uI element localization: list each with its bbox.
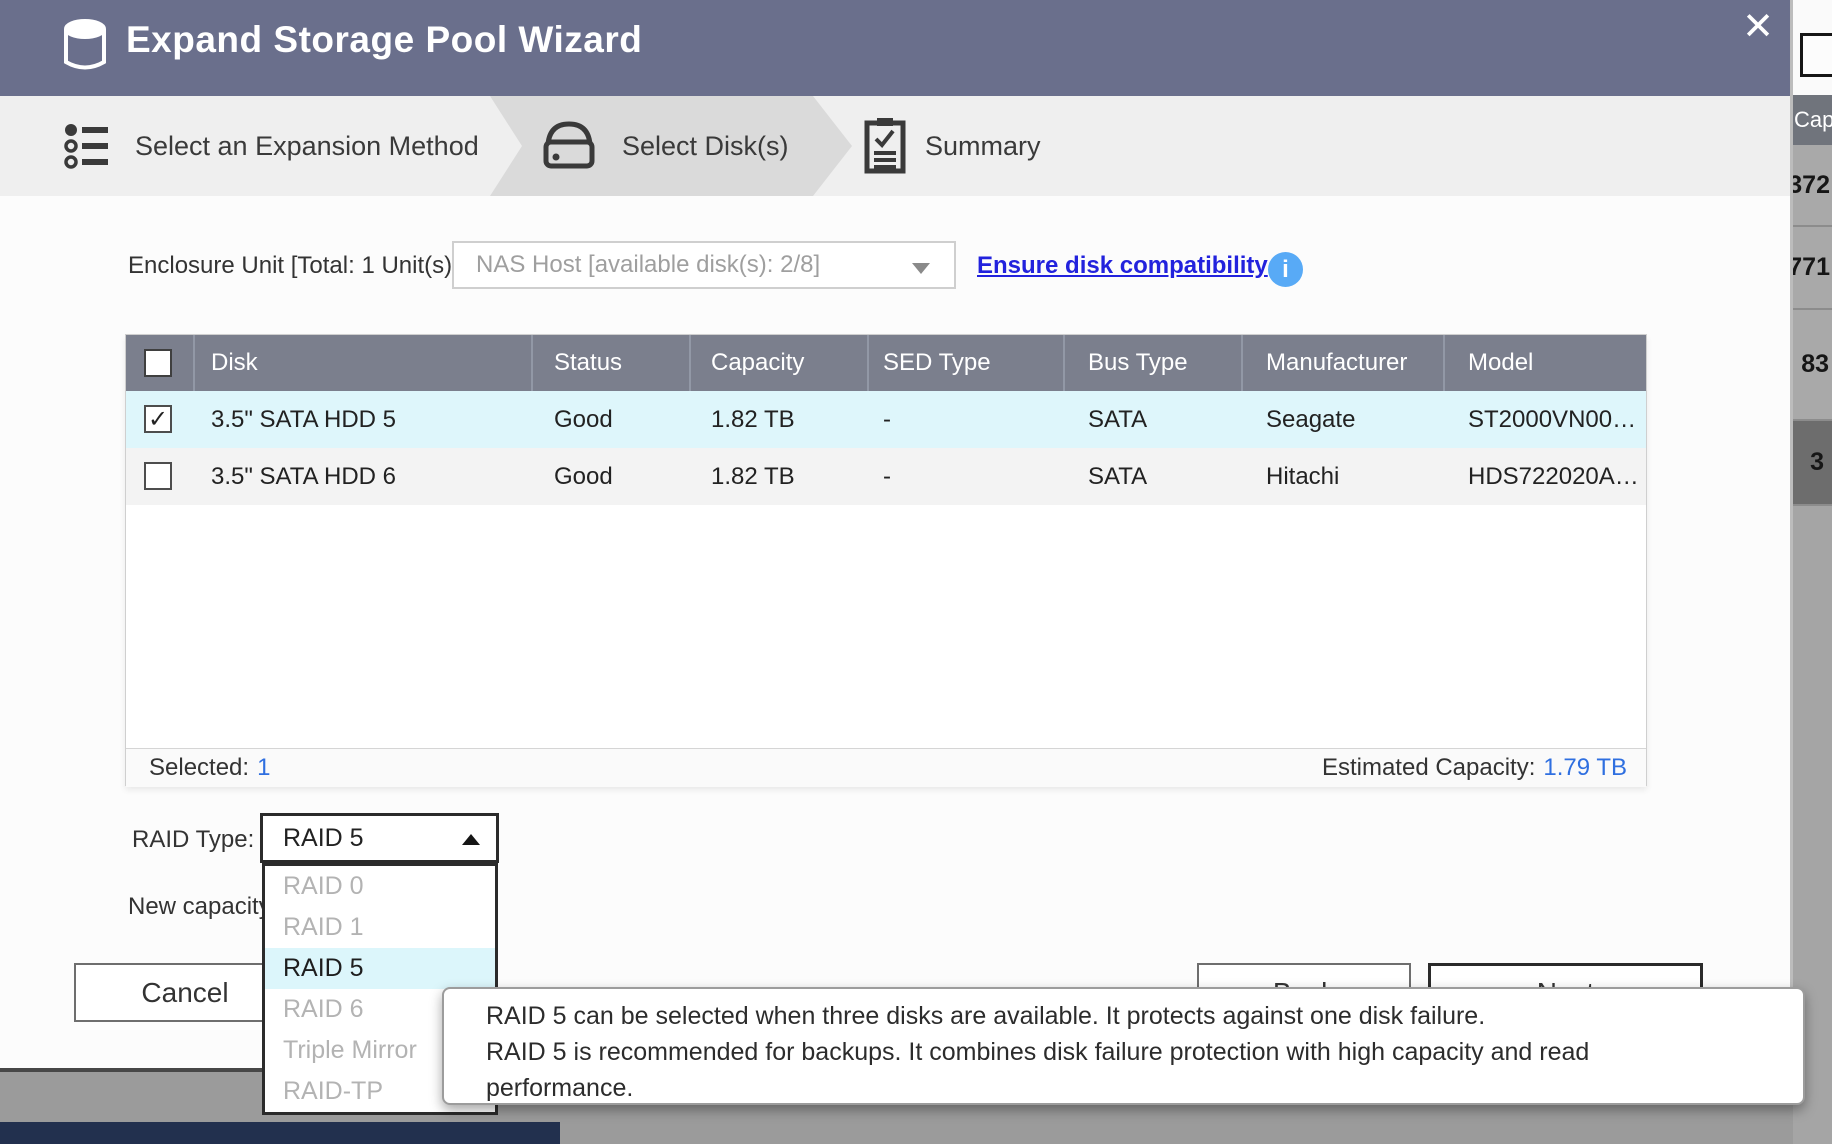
expansion-method-icon [64,122,110,175]
background-capacity-column-header: Capa [1793,95,1832,145]
background-column-header-label: Capa [1794,107,1832,133]
raid-type-dropdown[interactable]: RAID 5 [260,813,499,863]
background-cell-selected: 3 [1793,421,1832,506]
select-all-checkbox[interactable] [144,349,172,377]
column-divider [1443,335,1445,391]
dialog-titlebar: Expand Storage Pool Wizard ✕ [0,0,1790,96]
cell-model: ST2000VN00… [1468,391,1636,448]
summary-icon [863,116,907,181]
cell-bus-type: SATA [1088,391,1147,448]
cell-status: Good [554,391,613,448]
tooltip-line: performance. [486,1070,1803,1106]
close-icon[interactable]: ✕ [1730,0,1786,52]
tooltip-line: RAID 5 can be selected when three disks … [486,998,1803,1034]
column-divider [1063,335,1065,391]
step-select-expansion-method[interactable]: Select an Expansion Method [135,96,479,196]
selected-count: 1 [257,754,270,782]
background-cell: 372 [1793,145,1832,227]
column-header-status[interactable]: Status [554,335,622,391]
storage-pool-icon [62,18,108,79]
disk-table-footer: Selected: 1 Estimated Capacity: 1.79 TB [126,748,1646,787]
chevron-down-icon [912,263,930,274]
raid-option-raid0: RAID 0 [265,866,495,907]
column-header-model[interactable]: Model [1468,335,1533,391]
disk-table-header: Disk Status Capacity SED Type Bus Type M… [126,335,1646,391]
chevron-up-icon [462,834,480,845]
row-checkbox-unchecked[interactable] [144,462,172,490]
raid-option-raid5[interactable]: RAID 5 [265,948,495,989]
column-header-bus-type[interactable]: Bus Type [1088,335,1188,391]
enclosure-unit-dropdown[interactable]: NAS Host [available disk(s): 2/8] [452,241,956,289]
raid5-tooltip: RAID 5 can be selected when three disks … [442,987,1805,1105]
raid-option-raid1: RAID 1 [265,907,495,948]
enclosure-unit-value: NAS Host [available disk(s): 2/8] [476,251,820,279]
disk-table: Disk Status Capacity SED Type Bus Type M… [125,334,1647,786]
estimated-capacity-label: Estimated Capacity: [1322,754,1535,782]
column-header-disk[interactable]: Disk [211,335,258,391]
cell-status: Good [554,448,613,505]
info-icon[interactable]: i [1268,252,1303,287]
column-divider [1241,335,1243,391]
table-row[interactable]: ✓ 3.5" SATA HDD 5 Good 1.82 TB - SATA Se… [126,391,1646,448]
column-divider [867,335,869,391]
selected-label: Selected: [149,754,249,782]
screen: Capa 372 771 83 3 Expand Storage Pool Wi… [0,0,1832,1144]
row-checkbox-checked[interactable]: ✓ [144,405,172,433]
cell-manufacturer: Hitachi [1266,448,1339,505]
background-taskbar [0,1122,560,1144]
tooltip-line: RAID 5 is recommended for backups. It co… [486,1034,1803,1070]
cell-disk: 3.5" SATA HDD 5 [211,391,396,448]
raid-type-value: RAID 5 [283,824,364,853]
column-divider [689,335,691,391]
cell-disk: 3.5" SATA HDD 6 [211,448,396,505]
estimated-capacity-value: 1.79 TB [1543,754,1627,782]
ensure-disk-compatibility-link[interactable]: Ensure disk compatibility [977,252,1268,280]
column-divider [531,335,533,391]
cell-model: HDS722020A… [1468,448,1639,505]
table-row[interactable]: 3.5" SATA HDD 6 Good 1.82 TB - SATA Hita… [126,448,1646,505]
cell-manufacturer: Seagate [1266,391,1355,448]
cell-capacity: 1.82 TB [711,448,795,505]
background-button-partial [1800,33,1832,77]
column-header-manufacturer[interactable]: Manufacturer [1266,335,1407,391]
raid-type-label: RAID Type: [132,826,254,854]
cell-capacity: 1.82 TB [711,391,795,448]
step-summary[interactable]: Summary [925,96,1041,196]
enclosure-unit-label: Enclosure Unit [Total: 1 Unit(s)]: [128,252,465,280]
step-select-disks[interactable]: Select Disk(s) [622,96,789,196]
column-header-sed-type[interactable]: SED Type [883,335,991,391]
dialog-title: Expand Storage Pool Wizard [126,0,642,80]
disk-icon [543,120,595,175]
column-header-capacity[interactable]: Capacity [711,335,804,391]
column-divider [193,335,195,391]
cell-sed-type: - [883,448,891,505]
cell-bus-type: SATA [1088,448,1147,505]
background-app-strip: Capa 372 771 83 3 [1793,0,1832,1144]
new-capacity-label: New capacity [128,893,271,921]
background-cell: 83 [1793,310,1832,421]
background-cell: 771 [1793,227,1832,310]
cell-sed-type: - [883,391,891,448]
